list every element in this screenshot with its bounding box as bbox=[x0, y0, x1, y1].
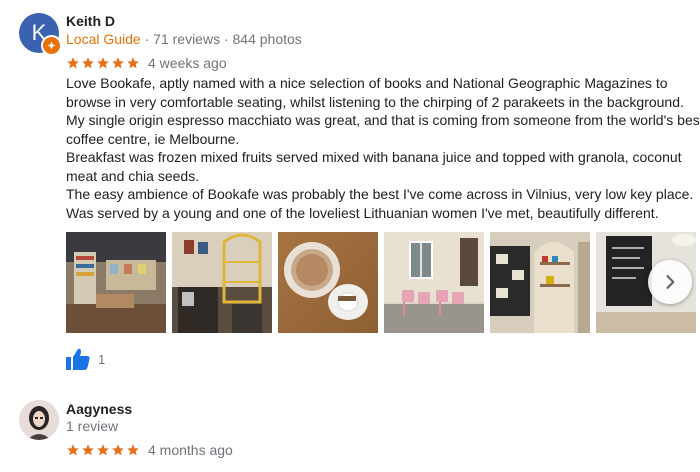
review-text-line: Was served by a young and one of the lov… bbox=[66, 204, 659, 221]
like-count: 1 bbox=[98, 351, 106, 367]
street-terrace-photo[interactable] bbox=[384, 232, 484, 333]
review-text-line: Love Bookafe, aptly named with a nice se… bbox=[66, 75, 668, 91]
photo-strip bbox=[66, 232, 700, 333]
star-icon bbox=[127, 57, 139, 69]
review-text-line: The easy ambience of Bookafe was probabl… bbox=[66, 186, 694, 202]
local-guide-badge-icon bbox=[41, 35, 62, 56]
rating-row: 4 weeks ago bbox=[66, 55, 227, 71]
chalkboard-wall-photo[interactable] bbox=[490, 232, 590, 333]
avatar[interactable] bbox=[19, 400, 59, 440]
reviews-panel: K Keith D Local Guide · 71 reviews · 844… bbox=[0, 0, 700, 472]
star-icon bbox=[67, 57, 79, 69]
star-icon bbox=[127, 444, 139, 456]
review-text-line: meat and chia seeds. bbox=[66, 167, 200, 184]
review-time: 4 weeks ago bbox=[148, 55, 227, 71]
review-text-line: My single origin espresso macchiato was … bbox=[66, 112, 700, 128]
star-icon bbox=[97, 57, 109, 69]
avatar[interactable]: K bbox=[19, 13, 62, 56]
review-text-line: browse in very comfortable seating, whil… bbox=[66, 93, 684, 110]
cafe-interior-photo[interactable] bbox=[66, 232, 166, 333]
reviewer-meta: Local Guide · 71 reviews · 844 photos bbox=[66, 31, 302, 47]
like-row: 1 bbox=[66, 348, 105, 370]
reviewer-name[interactable]: Keith D bbox=[66, 13, 115, 29]
star-rating bbox=[66, 56, 140, 70]
review-text-line: Breakfast was frozen mixed fruits served… bbox=[66, 149, 682, 165]
star-icon bbox=[82, 444, 94, 456]
shelf-lamp-photo[interactable] bbox=[172, 232, 272, 333]
review-text: Love Bookafe, aptly named with a nice se… bbox=[66, 74, 700, 222]
review-time: 4 months ago bbox=[148, 442, 233, 458]
star-rating bbox=[66, 443, 140, 457]
star-icon bbox=[97, 444, 109, 456]
next-photos-button[interactable] bbox=[648, 260, 692, 304]
review-text-line: coffee centre, ie Melbourne. bbox=[66, 130, 240, 147]
star-icon bbox=[112, 57, 124, 69]
reviewer-name[interactable]: Aagyness bbox=[66, 401, 132, 417]
reviewer-stats: 1 review bbox=[66, 418, 119, 434]
thumbs-up-icon[interactable] bbox=[66, 348, 90, 370]
reviewer-stats: · 71 reviews · 844 photos bbox=[140, 31, 302, 47]
star-icon bbox=[82, 57, 94, 69]
local-guide-label: Local Guide bbox=[66, 31, 141, 47]
rating-row: 4 months ago bbox=[66, 442, 233, 458]
star-icon bbox=[67, 444, 79, 456]
star-icon bbox=[112, 444, 124, 456]
coffee-cup-photo[interactable] bbox=[278, 232, 378, 333]
chevron-right-icon bbox=[666, 275, 675, 289]
